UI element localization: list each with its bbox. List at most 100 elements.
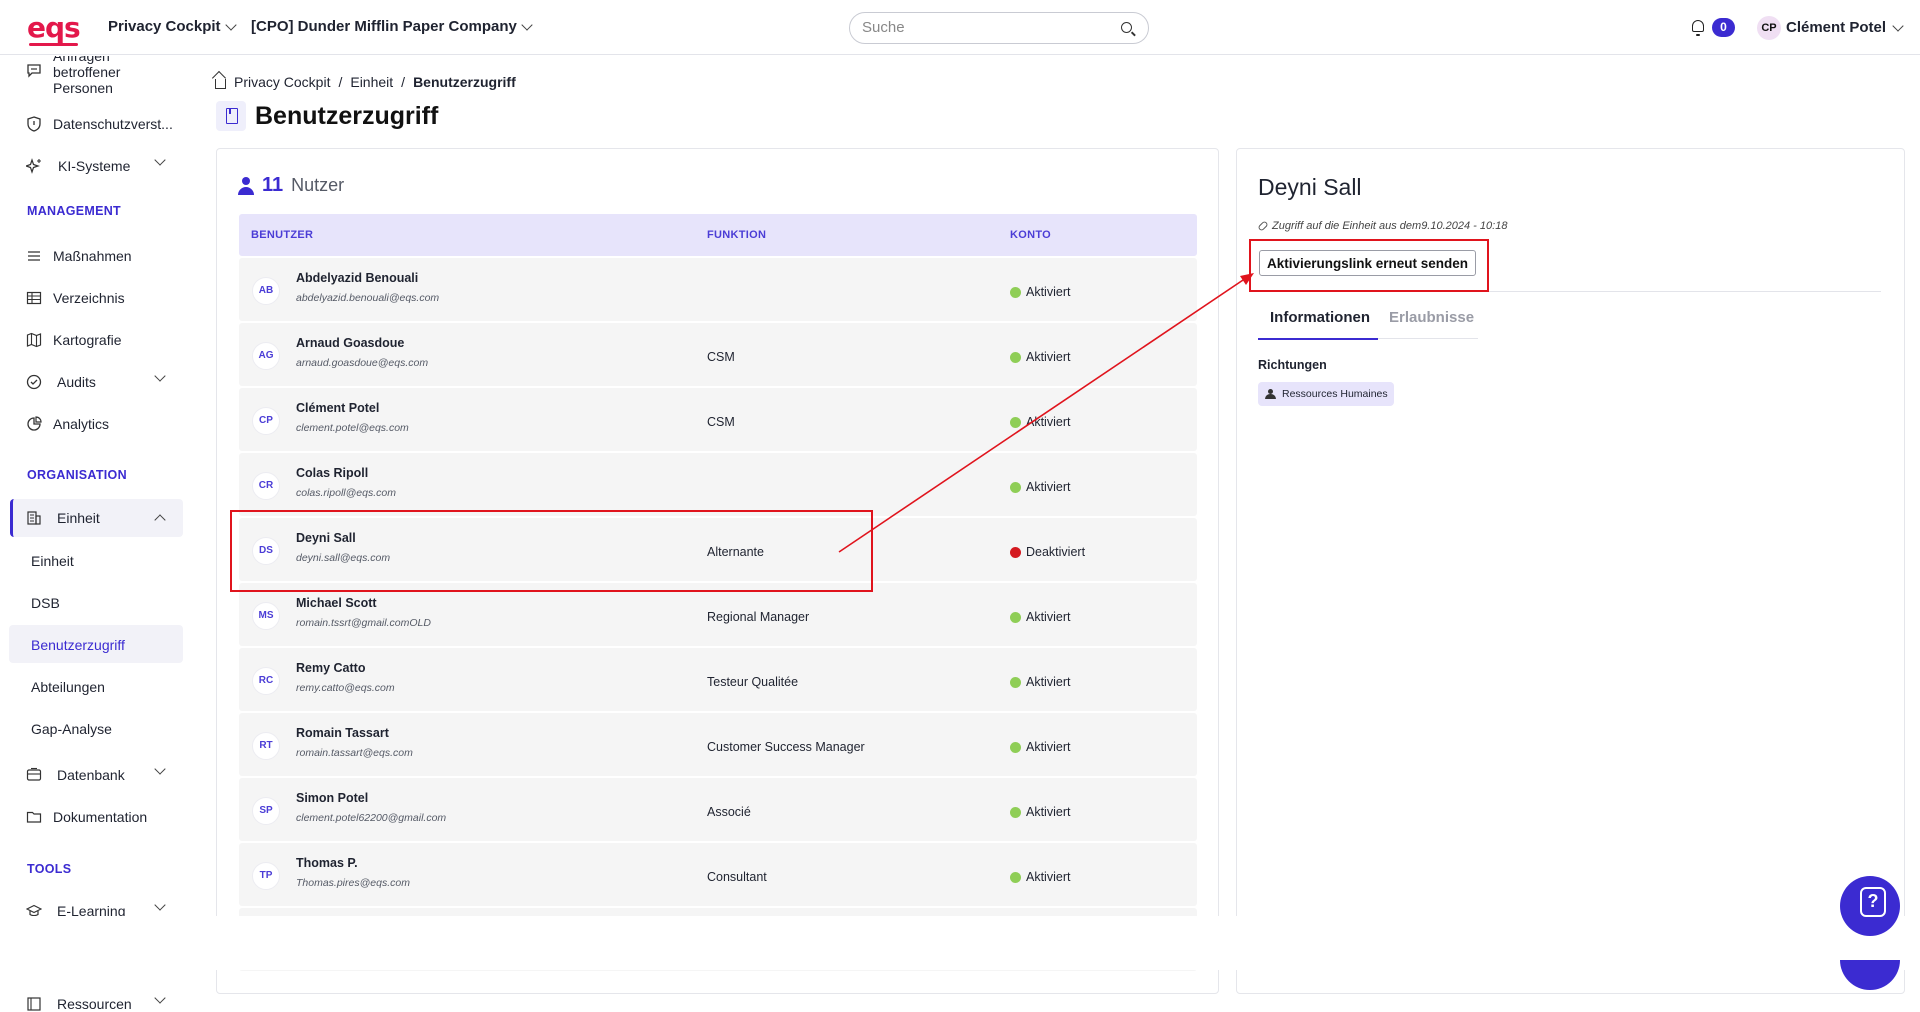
table-row[interactable]: AG Arnaud Goasdoue arnaud.goasdoue@eqs.com… (239, 323, 1197, 386)
sidebar-item-verzeichnis[interactable]: Verzeichnis (0, 286, 190, 310)
sidebar-sub-dsb[interactable]: DSB (31, 595, 60, 611)
detail-access-text: Zugriff auf die Einheit aus dem9.10.2024… (1272, 220, 1508, 232)
table-row[interactable]: SP Simon Potel clement.potel62200@gmail.co… (239, 778, 1197, 841)
status-dot-icon (1010, 286, 1021, 298)
rendering-gap (0, 916, 1920, 970)
link-icon (1257, 220, 1269, 232)
module-dropdown[interactable]: Privacy Cockpit (108, 18, 237, 35)
sidebar-item-ki-systeme[interactable]: KI-Systeme (0, 154, 190, 178)
tab-informationen[interactable]: Informationen (1270, 309, 1370, 326)
resend-activation-link-button[interactable]: Aktivierungslink erneut senden (1259, 250, 1477, 276)
sidebar-item-dokumentation[interactable]: Dokumentation (0, 805, 190, 829)
divider (1258, 291, 1881, 292)
sidebar-sub-gap-analyse[interactable]: Gap-Analyse (31, 721, 112, 737)
breadcrumb-separator: / (338, 74, 343, 90)
module-dropdown-label: Privacy Cockpit (108, 18, 221, 35)
user-email-cell: Thomas.pires@eqs.com (296, 877, 410, 889)
table-row[interactable]: CP Clément Potel clement.potel@eqs.com CSM A… (239, 388, 1197, 451)
table-row[interactable]: RC Remy Catto remy.catto@eqs.com Testeur Qu… (239, 648, 1197, 711)
chevron-down-icon (224, 18, 237, 31)
status-dot-icon (1010, 611, 1021, 623)
avatar[interactable]: CP (1757, 16, 1781, 40)
pie-icon (27, 416, 42, 431)
sidebar-item-kartografie[interactable]: Kartografie (0, 328, 190, 352)
user-name: Clément Potel (1786, 19, 1887, 36)
search-input[interactable] (862, 19, 1102, 36)
sidebar-sub-einheit[interactable]: Einheit (31, 553, 74, 569)
sidebar-item-label: Dokumentation (53, 809, 148, 825)
user-menu[interactable]: Clément Potel (1786, 19, 1904, 36)
breadcrumb-item[interactable]: Einheit (350, 74, 393, 90)
column-header-funktion[interactable]: FUNKTION (707, 229, 766, 241)
table-row[interactable]: AB Abdelyazid Benouali abdelyazid.benouali… (239, 258, 1197, 321)
user-function-cell: Associé (707, 805, 751, 819)
avatar: RC (252, 667, 280, 695)
notification-badge[interactable]: 0 (1712, 18, 1735, 37)
chevron-down-icon (154, 154, 166, 166)
sidebar-item-audits[interactable]: Audits (0, 370, 190, 394)
chevron-down-icon (154, 370, 166, 382)
table-row[interactable]: TP Thomas P. Thomas.pires@eqs.com Consultan… (239, 843, 1197, 906)
bell-icon[interactable] (1692, 20, 1704, 36)
avatar: DS (252, 537, 280, 565)
user-name-cell: Remy Catto (296, 661, 366, 675)
user-function-cell: Regional Manager (707, 610, 810, 624)
department-chip-label: Ressources Humaines (1282, 388, 1388, 400)
map-icon (26, 332, 42, 348)
eqs-logo[interactable]: eqs (27, 14, 81, 46)
sidebar-item-analytics[interactable]: Analytics (0, 412, 190, 436)
status-label: Aktiviert (1026, 480, 1071, 494)
search-icon[interactable] (1121, 22, 1132, 33)
status-dot-icon (1010, 546, 1021, 558)
check-circle-icon (26, 374, 42, 390)
user-email-cell: colas.ripoll@eqs.com (296, 487, 396, 499)
tab-active-indicator (1258, 338, 1378, 340)
status-badge: Aktiviert (1010, 610, 1070, 624)
status-dot-icon (1010, 741, 1021, 753)
sidebar-item-massnahmen[interactable]: Maßnahmen (0, 244, 190, 268)
department-chip[interactable]: Ressources Humaines (1258, 382, 1394, 406)
status-badge: Aktiviert (1010, 740, 1070, 754)
sidebar-item-datenbank[interactable]: Datenbank (0, 763, 190, 787)
sidebar-item-datenschutz[interactable]: Datenschutzverst... (0, 112, 190, 136)
chevron-down-icon (154, 992, 166, 1004)
sidebar-item-einheit-group[interactable]: Einheit (0, 506, 190, 530)
detail-access-info: Zugriff auf die Einheit aus dem9.10.2024… (1257, 220, 1508, 232)
sidebar-section-organisation: ORGANISATION (27, 468, 127, 482)
table-row[interactable]: CR Colas Ripoll colas.ripoll@eqs.com Aktivi… (239, 453, 1197, 516)
avatar: MS (252, 602, 280, 630)
sidebar-item-anfragen[interactable]: Anfragen betroffener Personen (0, 56, 190, 98)
book-icon (27, 997, 41, 1011)
user-email-cell: clement.potel@eqs.com (296, 422, 409, 434)
status-badge: Deaktiviert (1010, 545, 1085, 559)
sidebar-item-ressourcen[interactable]: Ressourcen (0, 992, 190, 1012)
column-header-konto[interactable]: KONTO (1010, 229, 1051, 241)
sidebar-sub-benutzerzugriff[interactable]: Benutzerzugriff (31, 637, 125, 653)
company-dropdown[interactable]: [CPO] Dunder Mifflin Paper Company (251, 18, 533, 35)
avatar: CP (252, 407, 280, 435)
sidebar-section-tools: TOOLS (27, 862, 72, 876)
tab-erlaubnisse[interactable]: Erlaubnisse (1389, 309, 1474, 326)
breadcrumb-item[interactable]: Privacy Cockpit (234, 74, 330, 90)
help-chat-button[interactable] (1840, 876, 1900, 936)
user-name-cell: Abdelyazid Benouali (296, 271, 419, 285)
column-header-benutzer[interactable]: BENUTZER (251, 229, 313, 241)
user-name-cell: Clément Potel (296, 401, 380, 415)
sidebar-sub-abteilungen[interactable]: Abteilungen (31, 679, 105, 695)
status-dot-icon (1010, 676, 1021, 688)
user-function-cell: Testeur Qualitée (707, 675, 799, 689)
avatar: RT (252, 732, 280, 760)
status-dot-icon (1010, 806, 1021, 818)
user-email-cell: arnaud.goasdoue@eqs.com (296, 357, 429, 369)
table-row[interactable]: MS Michael Scott romain.tssrt@gmail.comOLD… (239, 583, 1197, 646)
status-badge: Aktiviert (1010, 870, 1070, 884)
user-function-cell: CSM (707, 415, 735, 429)
user-name-cell: Thomas P. (296, 856, 358, 870)
table-row[interactable]: RT Romain Tassart romain.tassart@eqs.com Cu… (239, 713, 1197, 776)
user-function-cell: Customer Success Manager (707, 740, 865, 754)
sidebar-item-label: Einheit (57, 510, 100, 526)
avatar: TP (252, 862, 280, 890)
user-name-cell: Arnaud Goasdoue (296, 336, 405, 350)
table-row[interactable]: DS Deyni Sall deyni.sall@eqs.com Alternante… (239, 518, 1197, 581)
sidebar-item-label: Datenschutzverst... (53, 116, 173, 132)
